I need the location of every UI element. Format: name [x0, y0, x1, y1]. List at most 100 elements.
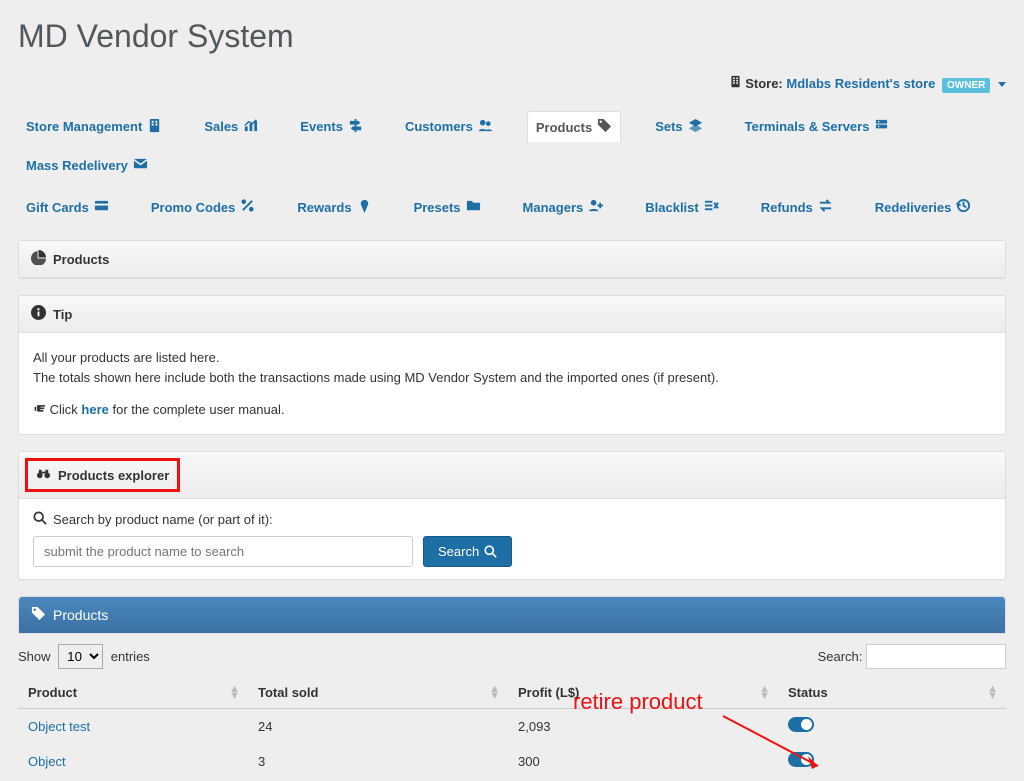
store-name-link[interactable]: Mdlabs Resident's store	[786, 76, 935, 91]
nav-label: Terminals & Servers	[745, 119, 870, 134]
nav-gift-cards[interactable]: Gift Cards	[18, 192, 117, 222]
nav-label: Events	[300, 119, 343, 134]
signpost-icon	[348, 118, 363, 136]
cell-total-sold: 3	[248, 744, 508, 779]
nav-label: Products	[536, 120, 592, 135]
nav-mass-redelivery[interactable]: Mass Redelivery	[18, 150, 156, 180]
product-link[interactable]: Object test	[28, 719, 90, 734]
search-button[interactable]: Search	[423, 536, 512, 567]
nav-sets[interactable]: Sets	[647, 111, 710, 142]
nav-terminals-servers[interactable]: Terminals & Servers	[737, 111, 898, 142]
main-nav: Store Management Sales Events Customers Prod…	[18, 111, 1006, 180]
col-product[interactable]: Product▲▼	[18, 677, 248, 709]
products-table-panel: Products	[18, 596, 1006, 634]
users-icon	[478, 118, 493, 136]
nav-blacklist[interactable]: Blacklist	[637, 192, 726, 222]
col-total-sold[interactable]: Total sold▲▼	[248, 677, 508, 709]
chevron-down-icon	[998, 82, 1006, 87]
building-icon	[147, 118, 162, 136]
table-row: Object 3300	[18, 744, 1006, 779]
store-selector[interactable]: Store: Mdlabs Resident's store OWNER	[18, 75, 1006, 91]
owner-badge: OWNER	[942, 78, 990, 93]
nav-rewards[interactable]: Rewards	[289, 192, 379, 222]
col-profit[interactable]: Profit (L$)▲▼	[508, 677, 778, 709]
table-search-label: Search:	[818, 649, 863, 664]
tip-title: Tip	[53, 307, 72, 322]
search-icon	[33, 511, 47, 528]
chart-icon	[243, 118, 258, 136]
binoculars-icon	[36, 466, 51, 484]
nav-label: Refunds	[761, 200, 813, 215]
show-label: Show	[18, 649, 51, 664]
nav-managers[interactable]: Managers	[515, 192, 612, 222]
nav-label: Sales	[204, 119, 238, 134]
nav-label: Gift Cards	[26, 200, 89, 215]
tip-click: Click	[50, 402, 78, 417]
explorer-title: Products explorer	[58, 468, 169, 483]
server-icon	[874, 118, 889, 136]
main-nav-row2: Gift Cards Promo Codes Rewards Presets Manag…	[18, 192, 1006, 222]
building-icon	[729, 76, 746, 91]
manual-link[interactable]: here	[81, 402, 108, 417]
nav-label: Redeliveries	[875, 200, 952, 215]
nav-label: Store Management	[26, 119, 142, 134]
nav-customers[interactable]: Customers	[397, 111, 501, 142]
exchange-icon	[818, 198, 833, 216]
table-row: Object test 242,093	[18, 709, 1006, 744]
search-label-text: Search by product name (or part of it):	[53, 512, 273, 527]
folder-icon	[466, 198, 481, 216]
store-label: Store:	[745, 76, 783, 91]
card-icon	[94, 198, 109, 216]
product-link[interactable]: Object	[28, 754, 66, 769]
cell-total-sold: 24	[248, 709, 508, 744]
products-explorer-panel: Products explorer Search by product name…	[18, 451, 1006, 580]
nav-products[interactable]: Products	[527, 111, 621, 142]
cell-profit: 2,093	[508, 709, 778, 744]
pie-icon	[31, 250, 46, 268]
award-icon	[357, 198, 372, 216]
app-title: MD Vendor System	[18, 18, 1006, 55]
nav-presets[interactable]: Presets	[406, 192, 489, 222]
table-search-input[interactable]	[866, 644, 1006, 669]
status-toggle[interactable]	[788, 717, 814, 732]
nav-label: Promo Codes	[151, 200, 236, 215]
userplus-icon	[588, 198, 603, 216]
layers-icon	[688, 118, 703, 136]
nav-label: Customers	[405, 119, 473, 134]
col-status[interactable]: Status▲▼	[778, 677, 1006, 709]
nav-refunds[interactable]: Refunds	[753, 192, 841, 222]
status-toggle[interactable]	[788, 752, 814, 767]
listx-icon	[704, 198, 719, 216]
page-size-control: Show 10 entries	[18, 644, 150, 669]
hand-icon	[33, 402, 50, 417]
products-title-panel: Products	[18, 240, 1006, 279]
percent-icon	[240, 198, 255, 216]
products-header-text: Products	[53, 252, 109, 267]
nav-label: Rewards	[297, 200, 351, 215]
tip-line1: All your products are listed here.	[33, 350, 991, 365]
tip-line2: The totals shown here include both the t…	[33, 370, 991, 385]
tip-manual-rest: for the complete user manual.	[113, 402, 285, 417]
table-title: Products	[53, 607, 108, 623]
nav-redeliveries[interactable]: Redeliveries	[867, 192, 980, 222]
tags-icon	[31, 606, 46, 624]
info-icon	[31, 305, 46, 323]
mail-icon	[133, 156, 148, 174]
nav-label: Sets	[655, 119, 682, 134]
nav-label: Blacklist	[645, 200, 698, 215]
history-icon	[956, 198, 971, 216]
nav-events[interactable]: Events	[292, 111, 371, 142]
product-search-input[interactable]	[33, 536, 413, 567]
entries-label: entries	[111, 649, 150, 664]
nav-promo-codes[interactable]: Promo Codes	[143, 192, 264, 222]
nav-sales[interactable]: Sales	[196, 111, 266, 142]
nav-label: Mass Redelivery	[26, 158, 128, 173]
tag-icon	[597, 118, 612, 136]
tip-panel: Tip All your products are listed here. T…	[18, 295, 1006, 435]
cell-profit: 300	[508, 744, 778, 779]
nav-store-management[interactable]: Store Management	[18, 111, 170, 142]
page-size-select[interactable]: 10	[58, 644, 103, 669]
nav-label: Managers	[523, 200, 584, 215]
nav-label: Presets	[414, 200, 461, 215]
table-search: Search:	[818, 644, 1006, 669]
